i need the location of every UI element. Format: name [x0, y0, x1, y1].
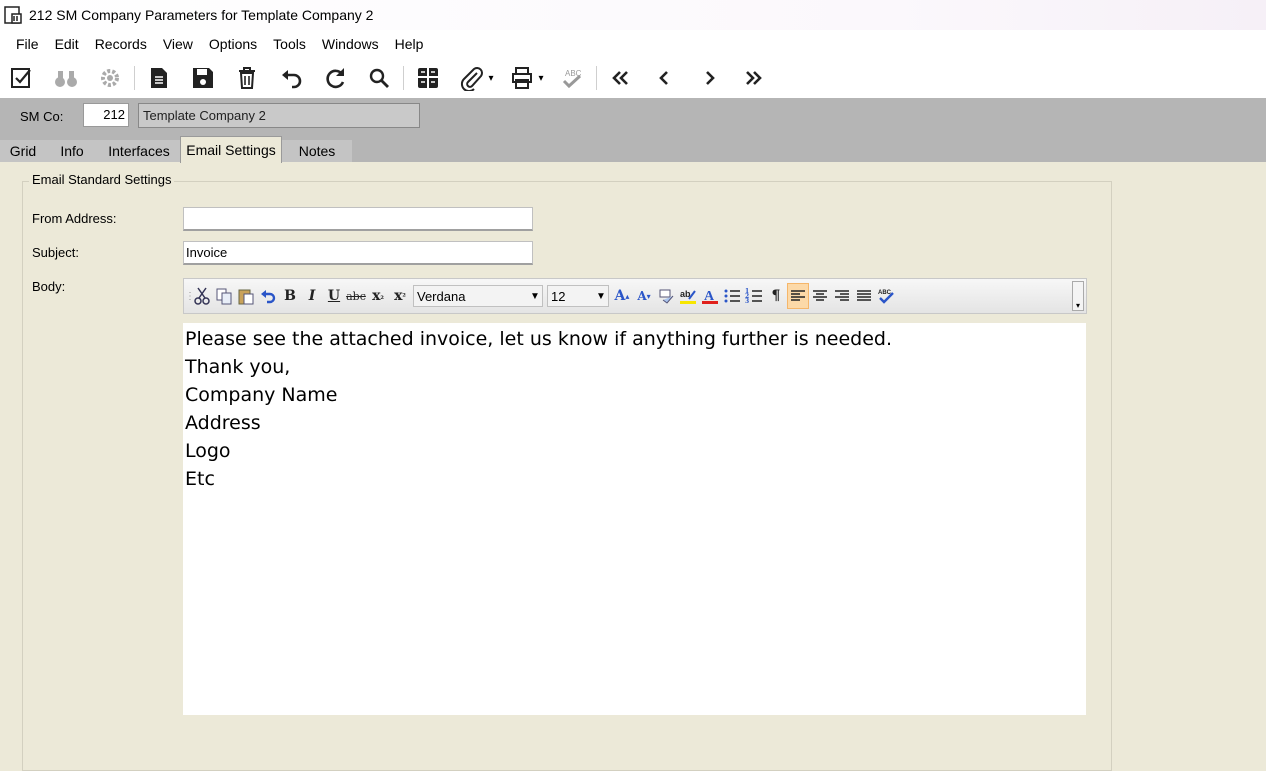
company-name-field: Template Company 2	[138, 103, 420, 128]
spellcheck-text-icon[interactable]: ABC	[875, 283, 897, 309]
body-line: Company Name	[185, 384, 338, 406]
chevron-down-icon: ▼	[530, 290, 540, 302]
tab-grid[interactable]: Grid	[0, 140, 46, 162]
cut-icon[interactable]	[191, 283, 213, 309]
paste-icon[interactable]	[235, 283, 257, 309]
menu-file[interactable]: File	[8, 36, 47, 52]
binoculars-icon[interactable]	[44, 60, 88, 96]
previous-record-icon[interactable]	[643, 60, 687, 96]
from-address-label: From Address:	[32, 211, 117, 226]
next-record-icon[interactable]	[687, 60, 731, 96]
align-left-icon[interactable]	[787, 283, 809, 309]
italic-icon[interactable]: I	[301, 283, 323, 309]
toolbar-separator	[403, 66, 404, 90]
toolbar-separator	[134, 66, 135, 90]
first-record-icon[interactable]	[599, 60, 643, 96]
grow-font-icon[interactable]: A ▴	[611, 283, 633, 309]
menu-view[interactable]: View	[155, 36, 201, 52]
sm-co-label: SM Co:	[20, 109, 64, 124]
paragraph-icon[interactable]: ¶	[765, 283, 787, 309]
clear-format-icon[interactable]	[655, 283, 677, 309]
subject-label: Subject:	[32, 245, 79, 260]
body-label: Body:	[32, 279, 66, 294]
align-right-icon[interactable]	[831, 283, 853, 309]
bold-icon[interactable]: B	[279, 283, 301, 309]
rich-text-toolbar: ⋮ B I U abc x₂ x² Verdana ▼ 12 ▼ A ▴ A ▾ ab …	[183, 278, 1087, 314]
body-line: Logo	[185, 440, 231, 462]
last-record-icon[interactable]	[731, 60, 775, 96]
menu-bar: File Edit Records View Options Tools Win…	[0, 30, 1266, 58]
undo-icon[interactable]	[269, 60, 313, 96]
settings-gear-icon[interactable]	[88, 60, 132, 96]
chevron-down-icon: ▼	[596, 290, 606, 302]
menu-edit[interactable]: Edit	[47, 36, 87, 52]
menu-records[interactable]: Records	[87, 36, 155, 52]
delete-icon[interactable]	[225, 60, 269, 96]
spellcheck-icon[interactable]: ABC	[550, 60, 594, 96]
attachment-dropdown-icon[interactable]: ▾	[486, 73, 496, 84]
refresh-icon[interactable]	[313, 60, 357, 96]
main-toolbar: ▾ ▾ ABC	[0, 58, 1266, 98]
tab-info[interactable]: Info	[46, 140, 98, 162]
body-line: Please see the attached invoice, let us …	[185, 328, 892, 350]
align-center-icon[interactable]	[809, 283, 831, 309]
toolbar-separator	[596, 66, 597, 90]
tab-email-settings[interactable]: Email Settings	[180, 136, 282, 163]
checklist-icon[interactable]	[0, 60, 44, 96]
body-line: Etc	[185, 468, 215, 490]
svg-text:3: 3	[745, 298, 749, 305]
sm-co-input[interactable]: 212	[83, 103, 129, 127]
group-title: Email Standard Settings	[29, 172, 175, 187]
subject-input[interactable]: Invoice	[183, 241, 533, 265]
toolbar-overflow-icon[interactable]: ▾	[1072, 281, 1084, 311]
numbered-list-icon[interactable]: 123	[743, 283, 765, 309]
from-address-input[interactable]	[183, 207, 533, 231]
app-icon	[4, 6, 22, 24]
title-bar: 212 SM Company Parameters for Template C…	[0, 0, 1266, 30]
undo-text-icon[interactable]	[257, 283, 279, 309]
print-dropdown-icon[interactable]: ▾	[536, 73, 546, 84]
superscript-icon[interactable]: x²	[389, 283, 411, 309]
menu-windows[interactable]: Windows	[314, 36, 387, 52]
tab-interfaces[interactable]: Interfaces	[98, 140, 180, 162]
font-name-value: Verdana	[417, 288, 466, 304]
menu-tools[interactable]: Tools	[265, 36, 314, 52]
underline-icon[interactable]: U	[323, 283, 345, 309]
strikethrough-icon[interactable]: abc	[345, 283, 367, 309]
body-line: Thank you,	[185, 356, 291, 378]
menu-help[interactable]: Help	[387, 36, 432, 52]
search-icon[interactable]	[357, 60, 401, 96]
body-line: Address	[185, 412, 261, 434]
font-color-icon[interactable]: A	[699, 283, 721, 309]
bullet-list-icon[interactable]	[721, 283, 743, 309]
font-size-value: 12	[551, 288, 566, 304]
justify-icon[interactable]	[853, 283, 875, 309]
save-icon[interactable]	[181, 60, 225, 96]
copy-icon[interactable]	[213, 283, 235, 309]
tab-notes[interactable]: Notes	[282, 140, 352, 162]
shrink-font-icon[interactable]: A ▾	[633, 283, 655, 309]
subscript-icon[interactable]: x₂	[367, 283, 389, 309]
menu-options[interactable]: Options	[201, 36, 265, 52]
email-body-editor[interactable]: Please see the attached invoice, let us …	[183, 323, 1086, 715]
font-name-select[interactable]: Verdana ▼	[413, 285, 543, 307]
grid-icon[interactable]	[406, 60, 450, 96]
highlight-icon[interactable]: ab	[677, 283, 699, 309]
window-title: 212 SM Company Parameters for Template C…	[29, 7, 374, 23]
new-document-icon[interactable]	[137, 60, 181, 96]
font-size-select[interactable]: 12 ▼	[547, 285, 609, 307]
